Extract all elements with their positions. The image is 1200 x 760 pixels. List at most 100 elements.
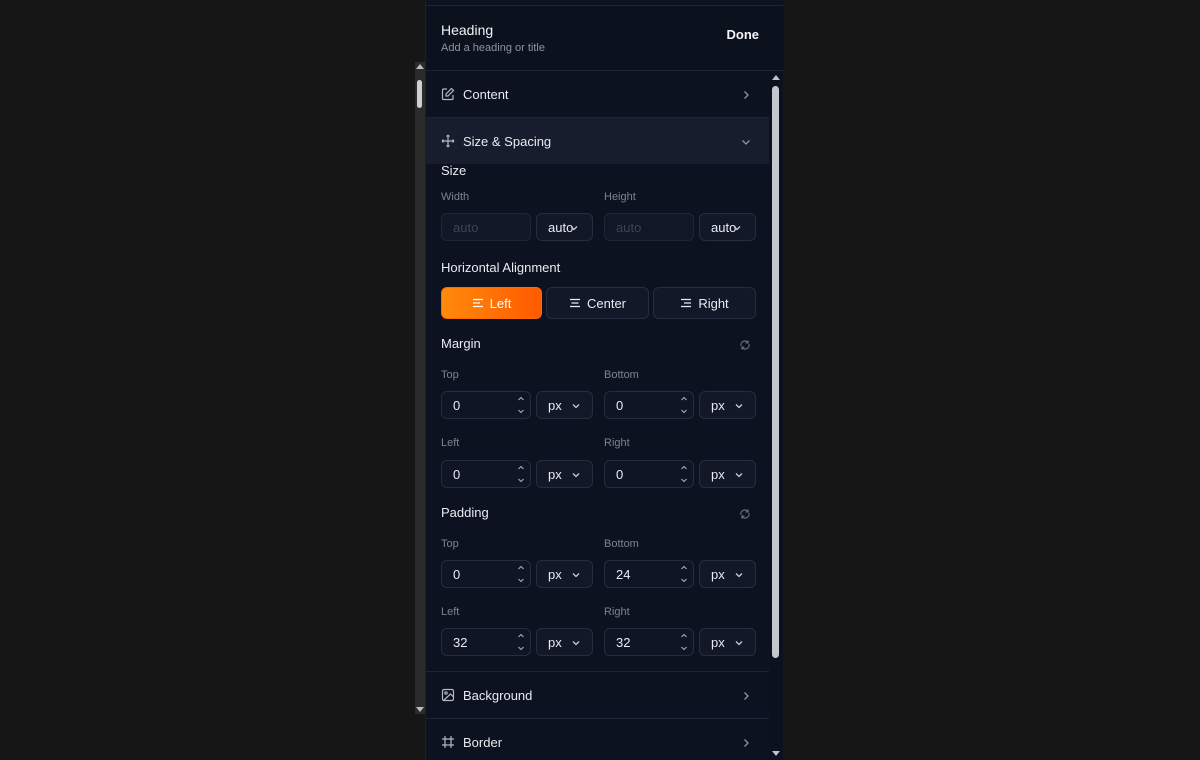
margin-top-unit-select[interactable]: px <box>536 391 593 419</box>
width-unit-select[interactable]: auto <box>536 213 593 241</box>
chevron-right-icon <box>740 88 752 100</box>
margin-right-unit: px <box>711 466 725 482</box>
margin-top-input[interactable]: 0 <box>441 391 531 419</box>
section-background[interactable]: Background <box>426 672 770 718</box>
margin-bottom-value: 0 <box>616 397 624 413</box>
section-background-label: Background <box>463 687 533 703</box>
section-border[interactable]: Border <box>426 719 770 760</box>
align-left-icon <box>472 298 483 308</box>
panel-title: Heading <box>441 22 494 38</box>
padding-top-unit: px <box>548 566 562 582</box>
margin-right-label: Right <box>604 437 630 449</box>
margin-heading: Margin <box>441 336 481 351</box>
padding-bottom-unit-select[interactable]: px <box>699 560 756 588</box>
margin-top-label: Top <box>441 369 459 381</box>
chevron-down-icon <box>735 573 743 578</box>
done-button[interactable]: Done <box>727 27 760 42</box>
padding-left-label: Left <box>441 606 460 618</box>
margin-left-unit: px <box>548 466 562 482</box>
padding-top-input[interactable]: 0 <box>441 560 531 588</box>
margin-right-input[interactable]: 0 <box>604 460 694 488</box>
margin-left-input[interactable]: 0 <box>441 460 531 488</box>
margin-left-label: Left <box>441 437 460 449</box>
chevron-down-icon <box>572 641 580 646</box>
margin-left-unit-select[interactable]: px <box>536 460 593 488</box>
chevron-down-icon <box>735 641 743 646</box>
stepper-icon[interactable] <box>516 394 526 416</box>
link-values-icon[interactable] <box>739 507 751 519</box>
height-unit-select[interactable]: auto <box>699 213 756 241</box>
padding-heading: Padding <box>441 505 489 520</box>
padding-bottom-value: 24 <box>616 566 631 582</box>
edit-icon <box>441 87 455 101</box>
stepper-icon[interactable] <box>679 563 689 585</box>
chevron-down-icon <box>570 226 578 231</box>
padding-right-value: 32 <box>616 634 631 650</box>
padding-left-unit: px <box>548 634 562 650</box>
section-border-label: Border <box>463 734 503 750</box>
scroll-down-arrow-icon[interactable] <box>416 707 424 712</box>
frame-icon <box>441 735 455 749</box>
margin-bottom-input[interactable]: 0 <box>604 391 694 419</box>
page-scrollbar[interactable] <box>415 62 425 714</box>
padding-right-label: Right <box>604 606 630 618</box>
section-size-spacing-label: Size & Spacing <box>463 133 552 149</box>
panel-header: Heading Add a heading or title Done <box>426 5 784 71</box>
padding-top-unit-select[interactable]: px <box>536 560 593 588</box>
padding-right-input[interactable]: 32 <box>604 628 694 656</box>
section-size-spacing[interactable]: Size & Spacing <box>426 118 770 164</box>
margin-top-unit: px <box>548 397 562 413</box>
chevron-down-icon <box>572 573 580 578</box>
page-scrollbar-thumb[interactable] <box>417 80 422 108</box>
padding-left-value: 32 <box>453 634 468 650</box>
stepper-icon[interactable] <box>516 563 526 585</box>
chevron-down-icon <box>572 473 580 478</box>
padding-left-unit-select[interactable]: px <box>536 628 593 656</box>
padding-bottom-input[interactable]: 24 <box>604 560 694 588</box>
padding-left-input[interactable]: 32 <box>441 628 531 656</box>
margin-top-value: 0 <box>453 397 461 413</box>
align-right-icon <box>681 298 692 308</box>
align-left-label: Left <box>489 295 512 311</box>
align-left-button[interactable]: Left <box>441 287 542 319</box>
chevron-right-icon <box>740 736 752 748</box>
padding-right-unit-select[interactable]: px <box>699 628 756 656</box>
chevron-down-icon <box>572 404 580 409</box>
panel-scrollbar[interactable] <box>769 72 783 760</box>
move-icon <box>441 134 455 148</box>
width-input[interactable]: auto <box>441 213 531 241</box>
align-center-button[interactable]: Center <box>546 287 649 319</box>
margin-right-unit-select[interactable]: px <box>699 460 756 488</box>
size-heading: Size <box>441 163 467 178</box>
chevron-down-icon <box>735 404 743 409</box>
margin-bottom-unit-select[interactable]: px <box>699 391 756 419</box>
chevron-down-icon <box>740 135 752 147</box>
stepper-icon[interactable] <box>679 463 689 485</box>
align-right-button[interactable]: Right <box>653 287 756 319</box>
scroll-up-arrow-icon[interactable] <box>416 64 424 69</box>
section-content-label: Content <box>463 86 509 102</box>
margin-bottom-label: Bottom <box>604 369 639 381</box>
image-icon <box>441 688 455 702</box>
stepper-icon[interactable] <box>516 463 526 485</box>
horizontal-alignment-heading: Horizontal Alignment <box>441 260 561 275</box>
stepper-icon[interactable] <box>679 631 689 653</box>
panel-subtitle: Add a heading or title <box>441 42 545 54</box>
scroll-down-arrow-icon[interactable] <box>772 751 780 756</box>
chevron-down-icon <box>735 473 743 478</box>
scroll-up-arrow-icon[interactable] <box>772 75 780 80</box>
chevron-right-icon <box>740 689 752 701</box>
stepper-icon[interactable] <box>516 631 526 653</box>
height-input[interactable]: auto <box>604 213 694 241</box>
padding-bottom-unit: px <box>711 566 725 582</box>
stepper-icon[interactable] <box>679 394 689 416</box>
height-label: Height <box>604 191 636 203</box>
section-content[interactable]: Content <box>426 71 770 117</box>
margin-left-value: 0 <box>453 466 461 482</box>
width-label: Width <box>441 191 470 203</box>
padding-top-value: 0 <box>453 566 461 582</box>
align-center-label: Center <box>586 295 627 311</box>
properties-panel: Heading Add a heading or title Done Cont… <box>425 0 784 760</box>
link-values-icon[interactable] <box>739 338 751 350</box>
panel-scrollbar-thumb[interactable] <box>772 86 779 658</box>
